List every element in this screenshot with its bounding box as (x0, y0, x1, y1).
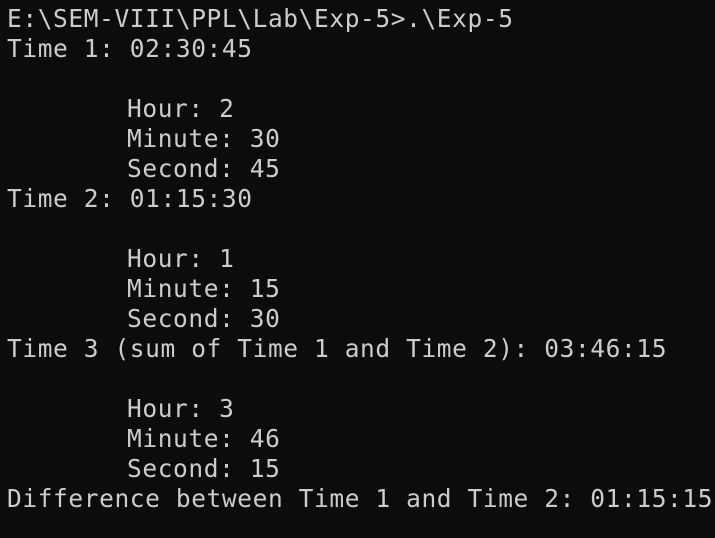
time2-second: Second: 30 (127, 304, 281, 333)
time3-minute: Minute: 46 (127, 424, 281, 453)
time3-header: Time 3 (sum of Time 1 and Time 2): 03:46… (7, 334, 668, 363)
time1-minute: Minute: 30 (127, 124, 281, 153)
command-prompt-line: E:\SEM-VIII\PPL\Lab\Exp-5>.\Exp-5 (7, 4, 514, 33)
time3-hour: Hour: 3 (127, 394, 235, 423)
time1-header: Time 1: 02:30:45 (7, 34, 253, 63)
time1-second: Second: 45 (127, 154, 281, 183)
time1-hour: Hour: 2 (127, 94, 235, 123)
time3-second: Second: 15 (127, 454, 281, 483)
time2-header: Time 2: 01:15:30 (7, 184, 253, 213)
terminal-window[interactable]: E:\SEM-VIII\PPL\Lab\Exp-5>.\Exp-5 Time 1… (0, 0, 715, 538)
time2-minute: Minute: 15 (127, 274, 281, 303)
difference-line: Difference between Time 1 and Time 2: 01… (7, 484, 714, 513)
time2-hour: Hour: 1 (127, 244, 235, 273)
